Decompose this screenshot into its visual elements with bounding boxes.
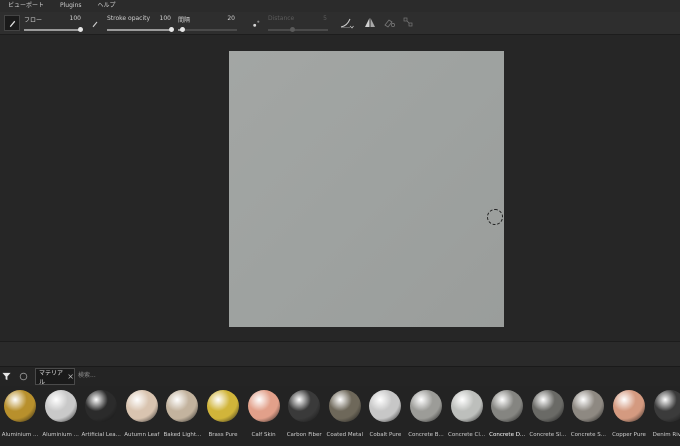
shelf-search-input[interactable]	[78, 369, 278, 381]
material-thumbnail[interactable]: Aluminium ...	[41, 390, 81, 438]
material-sphere	[653, 390, 680, 422]
material-label: Denim Rivet	[652, 432, 680, 438]
material-sphere	[4, 390, 36, 422]
material-sphere	[491, 390, 524, 422]
material-label: Brass Pure	[208, 432, 238, 438]
shelf-tab-label: マテリアル	[39, 369, 64, 386]
material-sphere	[44, 390, 77, 422]
material-label: Concrete Cl...	[448, 432, 486, 438]
close-icon[interactable]: ×	[67, 372, 74, 381]
shelf-tab-materials[interactable]: マテリアル ×	[35, 368, 75, 386]
viewport[interactable]	[0, 35, 680, 341]
material-thumbnail[interactable]: Aluminium ...	[0, 390, 40, 438]
material-sphere	[572, 390, 605, 422]
material-thumbnail[interactable]: Brass Pure	[203, 390, 243, 438]
spacing-label: 間隔	[178, 17, 191, 24]
panel-divider[interactable]	[0, 341, 680, 366]
material-thumbnail[interactable]: Baked Light...	[162, 390, 202, 438]
material-thumbnail[interactable]: Denim Rivet	[650, 390, 680, 438]
material-label: Autumn Leaf	[124, 432, 160, 438]
transform-icon[interactable]	[403, 17, 413, 27]
stroke-opacity-label: Stroke opacity	[107, 15, 151, 22]
material-label: Coated Metal	[326, 432, 364, 438]
stroke-opacity-value: 100	[159, 15, 171, 22]
material-sphere	[450, 390, 483, 422]
material-label: Artificial Lea...	[81, 432, 121, 438]
pressure-curve-icon[interactable]	[340, 17, 354, 29]
material-sphere	[85, 390, 118, 422]
material-label: Concrete D...	[489, 432, 526, 438]
material-label: Aluminium ...	[42, 432, 79, 438]
material-sphere	[288, 390, 321, 422]
stroke-opacity-slider[interactable]	[107, 29, 173, 31]
brush-icon	[9, 20, 15, 27]
material-label: Carbon Fiber	[286, 432, 322, 438]
material-sphere	[531, 390, 564, 422]
material-thumbnail[interactable]: Concrete B...	[406, 390, 446, 438]
material-sphere	[369, 390, 402, 422]
material-thumbnail[interactable]: Carbon Fiber	[284, 390, 324, 438]
material-sphere	[247, 390, 280, 422]
material-label: Cobalt Pure	[369, 432, 402, 438]
material-thumbnail[interactable]: Cobalt Pure	[365, 390, 405, 438]
tool-properties-bar: フロー 100 Stroke opacity 100 間隔 20 Distanc…	[0, 12, 680, 35]
material-thumbnail[interactable]: Coated Metal	[325, 390, 365, 438]
material-thumbnail[interactable]: Concrete S...	[568, 390, 608, 438]
brush-tool-button[interactable]	[4, 15, 20, 31]
material-thumbnail[interactable]: Calf Skin	[244, 390, 284, 438]
texture-canvas[interactable]	[229, 51, 504, 327]
brush-cursor	[487, 209, 503, 225]
material-thumbnail[interactable]: Copper Pure	[609, 390, 649, 438]
material-label: Calf Skin	[251, 432, 276, 438]
flow-label: フロー	[24, 17, 43, 24]
material-label: Copper Pure	[612, 432, 646, 438]
menu-bar: ビューポート Plugins ヘルプ	[0, 0, 680, 12]
lazy-mouse-icon[interactable]	[252, 19, 261, 28]
material-label: Concrete B...	[408, 432, 444, 438]
distance-value: 5	[323, 15, 327, 22]
material-sphere	[613, 390, 645, 422]
paint-through-icon[interactable]	[383, 17, 396, 28]
spacing-slider[interactable]	[181, 29, 237, 31]
material-thumbnail[interactable]: Concrete D...	[487, 390, 527, 438]
menu-help[interactable]: ヘルプ	[90, 0, 124, 12]
material-sphere	[328, 390, 361, 422]
stroke-opacity-slider-knob[interactable]	[169, 27, 174, 32]
pen-icon[interactable]	[91, 20, 99, 28]
material-sphere	[207, 390, 239, 422]
material-thumbnail[interactable]: Artificial Lea...	[81, 390, 121, 438]
material-thumbnail[interactable]: Concrete Cl...	[447, 390, 487, 438]
materials-grid: Aluminium ... Aluminium ... Artificial Lea…	[0, 386, 680, 446]
material-label: Baked Light...	[163, 432, 202, 438]
material-thumbnail[interactable]: Autumn Leaf	[122, 390, 162, 438]
material-label: Concrete Sl...	[529, 432, 567, 438]
distance-slider[interactable]	[268, 29, 328, 31]
symmetry-icon[interactable]	[364, 17, 376, 28]
spacing-slider-knob[interactable]	[180, 27, 185, 32]
menu-plugins[interactable]: Plugins	[52, 0, 90, 12]
spacing-value: 20	[227, 15, 235, 22]
flow-value: 100	[69, 15, 81, 22]
menu-viewport[interactable]: ビューポート	[0, 0, 52, 12]
material-sphere	[410, 390, 442, 422]
material-sphere	[166, 390, 199, 422]
distance-label: Distance	[268, 15, 295, 22]
flow-slider[interactable]	[24, 29, 82, 31]
material-thumbnail[interactable]: Concrete Sl...	[528, 390, 568, 438]
material-label: Aluminium ...	[1, 432, 39, 438]
distance-slider-knob[interactable]	[290, 27, 295, 32]
circle-icon[interactable]	[19, 372, 28, 381]
flow-slider-knob[interactable]	[78, 27, 83, 32]
material-label: Concrete S...	[570, 432, 607, 438]
material-sphere	[125, 390, 158, 422]
filter-icon[interactable]	[2, 372, 11, 381]
